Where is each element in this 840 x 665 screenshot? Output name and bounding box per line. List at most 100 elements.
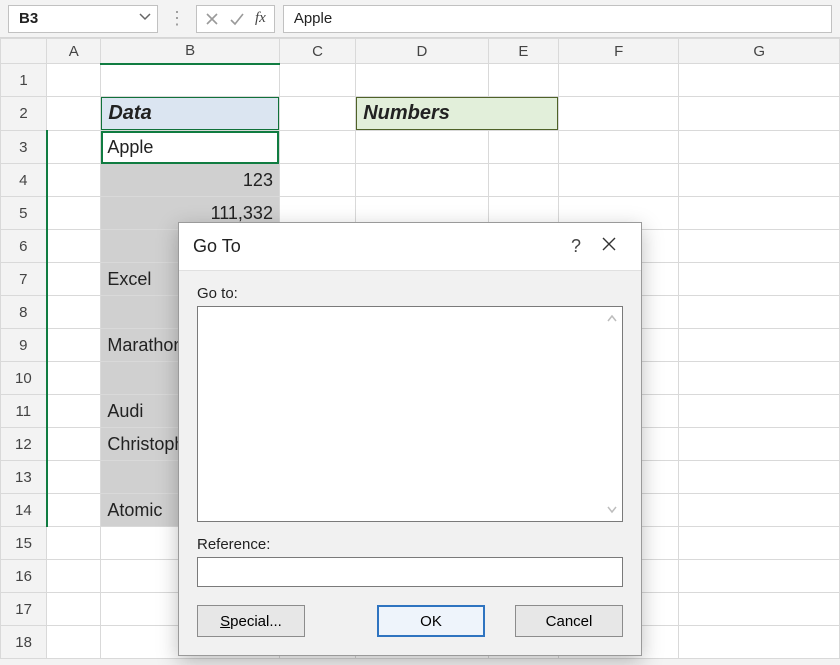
cell-C3[interactable] [279, 131, 355, 164]
cell-G6[interactable] [679, 230, 840, 263]
reference-input[interactable] [197, 557, 623, 587]
row-header-9[interactable]: 9 [1, 329, 47, 362]
row-header-11[interactable]: 11 [1, 395, 47, 428]
cell-B1[interactable] [101, 64, 280, 97]
row-header-2[interactable]: 2 [1, 97, 47, 131]
cell-E1[interactable] [488, 64, 558, 97]
name-box-dropdown-icon[interactable] [139, 10, 151, 27]
col-header-A[interactable]: A [47, 39, 101, 64]
cell-G1[interactable] [679, 64, 840, 97]
cell-G5[interactable] [679, 197, 840, 230]
scroll-up-icon[interactable] [607, 311, 617, 325]
cell-A15[interactable] [47, 527, 101, 560]
dialog-close-icon[interactable] [591, 230, 627, 263]
row-header-10[interactable]: 10 [1, 362, 47, 395]
cancel-formula-icon[interactable] [205, 12, 219, 26]
cell-F2[interactable] [558, 97, 678, 131]
special-button[interactable]: Special... [197, 605, 305, 637]
row-header-15[interactable]: 15 [1, 527, 47, 560]
cell-A12[interactable] [47, 428, 101, 461]
col-header-G[interactable]: G [679, 39, 840, 64]
cell-D1[interactable] [356, 64, 488, 97]
cell-A3[interactable] [47, 131, 101, 164]
row-header-13[interactable]: 13 [1, 461, 47, 494]
cell-G15[interactable] [679, 527, 840, 560]
row-header-3[interactable]: 3 [1, 131, 47, 164]
cell-G13[interactable] [679, 461, 840, 494]
name-box[interactable]: B3 [8, 5, 158, 33]
cell-G11[interactable] [679, 395, 840, 428]
cell-A2[interactable] [47, 97, 101, 131]
cell-G17[interactable] [679, 593, 840, 626]
cell-G9[interactable] [679, 329, 840, 362]
col-header-C[interactable]: C [279, 39, 355, 64]
cell-G7[interactable] [679, 263, 840, 296]
ok-button[interactable]: OK [377, 605, 485, 637]
cell-A5[interactable] [47, 197, 101, 230]
row-header-18[interactable]: 18 [1, 626, 47, 659]
cell-D2[interactable]: Numbers [356, 97, 559, 131]
col-header-B[interactable]: B [101, 39, 280, 64]
cell-A6[interactable] [47, 230, 101, 263]
cancel-button[interactable]: Cancel [515, 605, 623, 637]
row-header-4[interactable]: 4 [1, 164, 47, 197]
cell-A18[interactable] [47, 626, 101, 659]
cell-A4[interactable] [47, 164, 101, 197]
formula-bar: B3 ⋮ fx Apple [0, 0, 840, 38]
row-header-8[interactable]: 8 [1, 296, 47, 329]
row-header-17[interactable]: 17 [1, 593, 47, 626]
cell-F1[interactable] [558, 64, 678, 97]
cell-A16[interactable] [47, 560, 101, 593]
dialog-help-icon[interactable]: ? [561, 230, 591, 263]
goto-listbox[interactable] [197, 306, 623, 522]
row-header-7[interactable]: 7 [1, 263, 47, 296]
cell-A17[interactable] [47, 593, 101, 626]
cell-D3[interactable] [356, 131, 488, 164]
select-all-corner[interactable] [1, 39, 47, 64]
cell-G14[interactable] [679, 494, 840, 527]
formula-input[interactable]: Apple [283, 5, 832, 33]
cell-A8[interactable] [47, 296, 101, 329]
row-header-12[interactable]: 12 [1, 428, 47, 461]
cell-G2[interactable] [679, 97, 840, 131]
cell-C2[interactable] [279, 97, 355, 131]
cell-E3[interactable] [488, 131, 558, 164]
cell-G3[interactable] [679, 131, 840, 164]
cell-F3[interactable] [558, 131, 678, 164]
enter-formula-icon[interactable] [229, 12, 245, 26]
row-header-5[interactable]: 5 [1, 197, 47, 230]
cell-G4[interactable] [679, 164, 840, 197]
col-header-D[interactable]: D [356, 39, 488, 64]
cell-A14[interactable] [47, 494, 101, 527]
cell-A13[interactable] [47, 461, 101, 494]
cell-C4[interactable] [279, 164, 355, 197]
scroll-down-icon[interactable] [607, 503, 617, 517]
goto-label: Go to: [197, 285, 623, 302]
cell-B3[interactable]: Apple [101, 131, 280, 164]
dialog-titlebar[interactable]: Go To ? [179, 223, 641, 271]
cell-A9[interactable] [47, 329, 101, 362]
col-header-F[interactable]: F [558, 39, 678, 64]
cell-G18[interactable] [679, 626, 840, 659]
row-header-1[interactable]: 1 [1, 64, 47, 97]
row-header-16[interactable]: 16 [1, 560, 47, 593]
cell-G10[interactable] [679, 362, 840, 395]
cell-C1[interactable] [279, 64, 355, 97]
col-header-E[interactable]: E [488, 39, 558, 64]
cell-G12[interactable] [679, 428, 840, 461]
cell-A10[interactable] [47, 362, 101, 395]
row-header-6[interactable]: 6 [1, 230, 47, 263]
cell-G8[interactable] [679, 296, 840, 329]
cell-D4[interactable] [356, 164, 488, 197]
cell-F4[interactable] [558, 164, 678, 197]
cell-A7[interactable] [47, 263, 101, 296]
cell-A11[interactable] [47, 395, 101, 428]
row-header-14[interactable]: 14 [1, 494, 47, 527]
cell-E4[interactable] [488, 164, 558, 197]
goto-list-scrollbar[interactable] [604, 311, 620, 517]
cell-A1[interactable] [47, 64, 101, 97]
cell-G16[interactable] [679, 560, 840, 593]
cell-B2[interactable]: Data [101, 97, 280, 131]
cell-B4[interactable]: 123 [101, 164, 280, 197]
insert-function-icon[interactable]: fx [255, 10, 266, 27]
